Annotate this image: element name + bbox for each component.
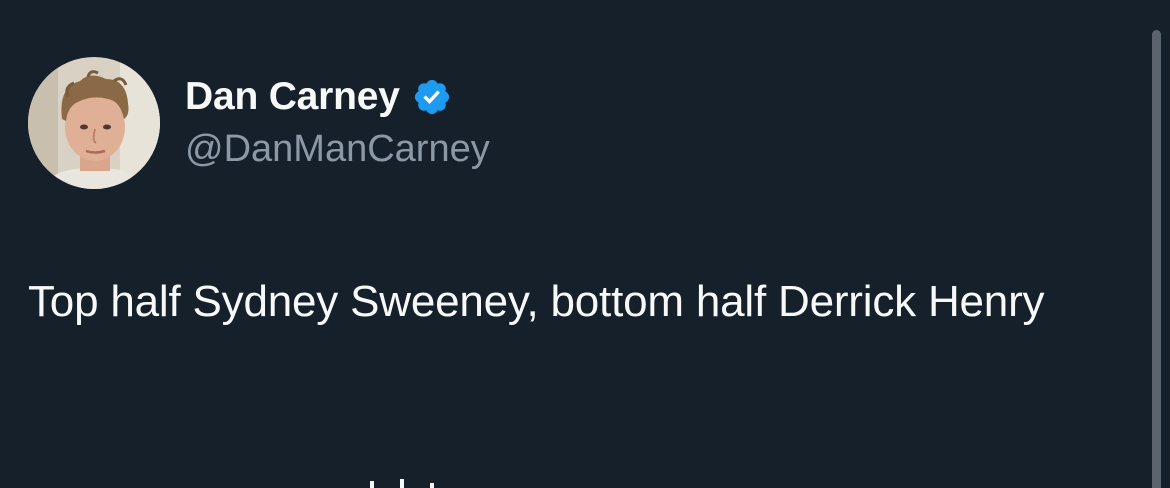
tweet-text: Top half Sydney Sweeney, bottom half Der… <box>28 277 1045 326</box>
display-name-row[interactable]: Dan Carney <box>185 74 452 120</box>
profile-photo-icon <box>28 57 160 189</box>
clipped-text-fragment <box>360 476 450 488</box>
verified-badge-icon <box>412 77 452 117</box>
display-name[interactable]: Dan Carney <box>185 74 400 120</box>
avatar[interactable] <box>28 57 160 189</box>
tweet-card: Dan Carney @DanManCarney Top half Sydney… <box>0 0 1170 488</box>
user-handle[interactable]: @DanManCarney <box>185 126 490 172</box>
scrollbar[interactable] <box>1152 30 1161 488</box>
